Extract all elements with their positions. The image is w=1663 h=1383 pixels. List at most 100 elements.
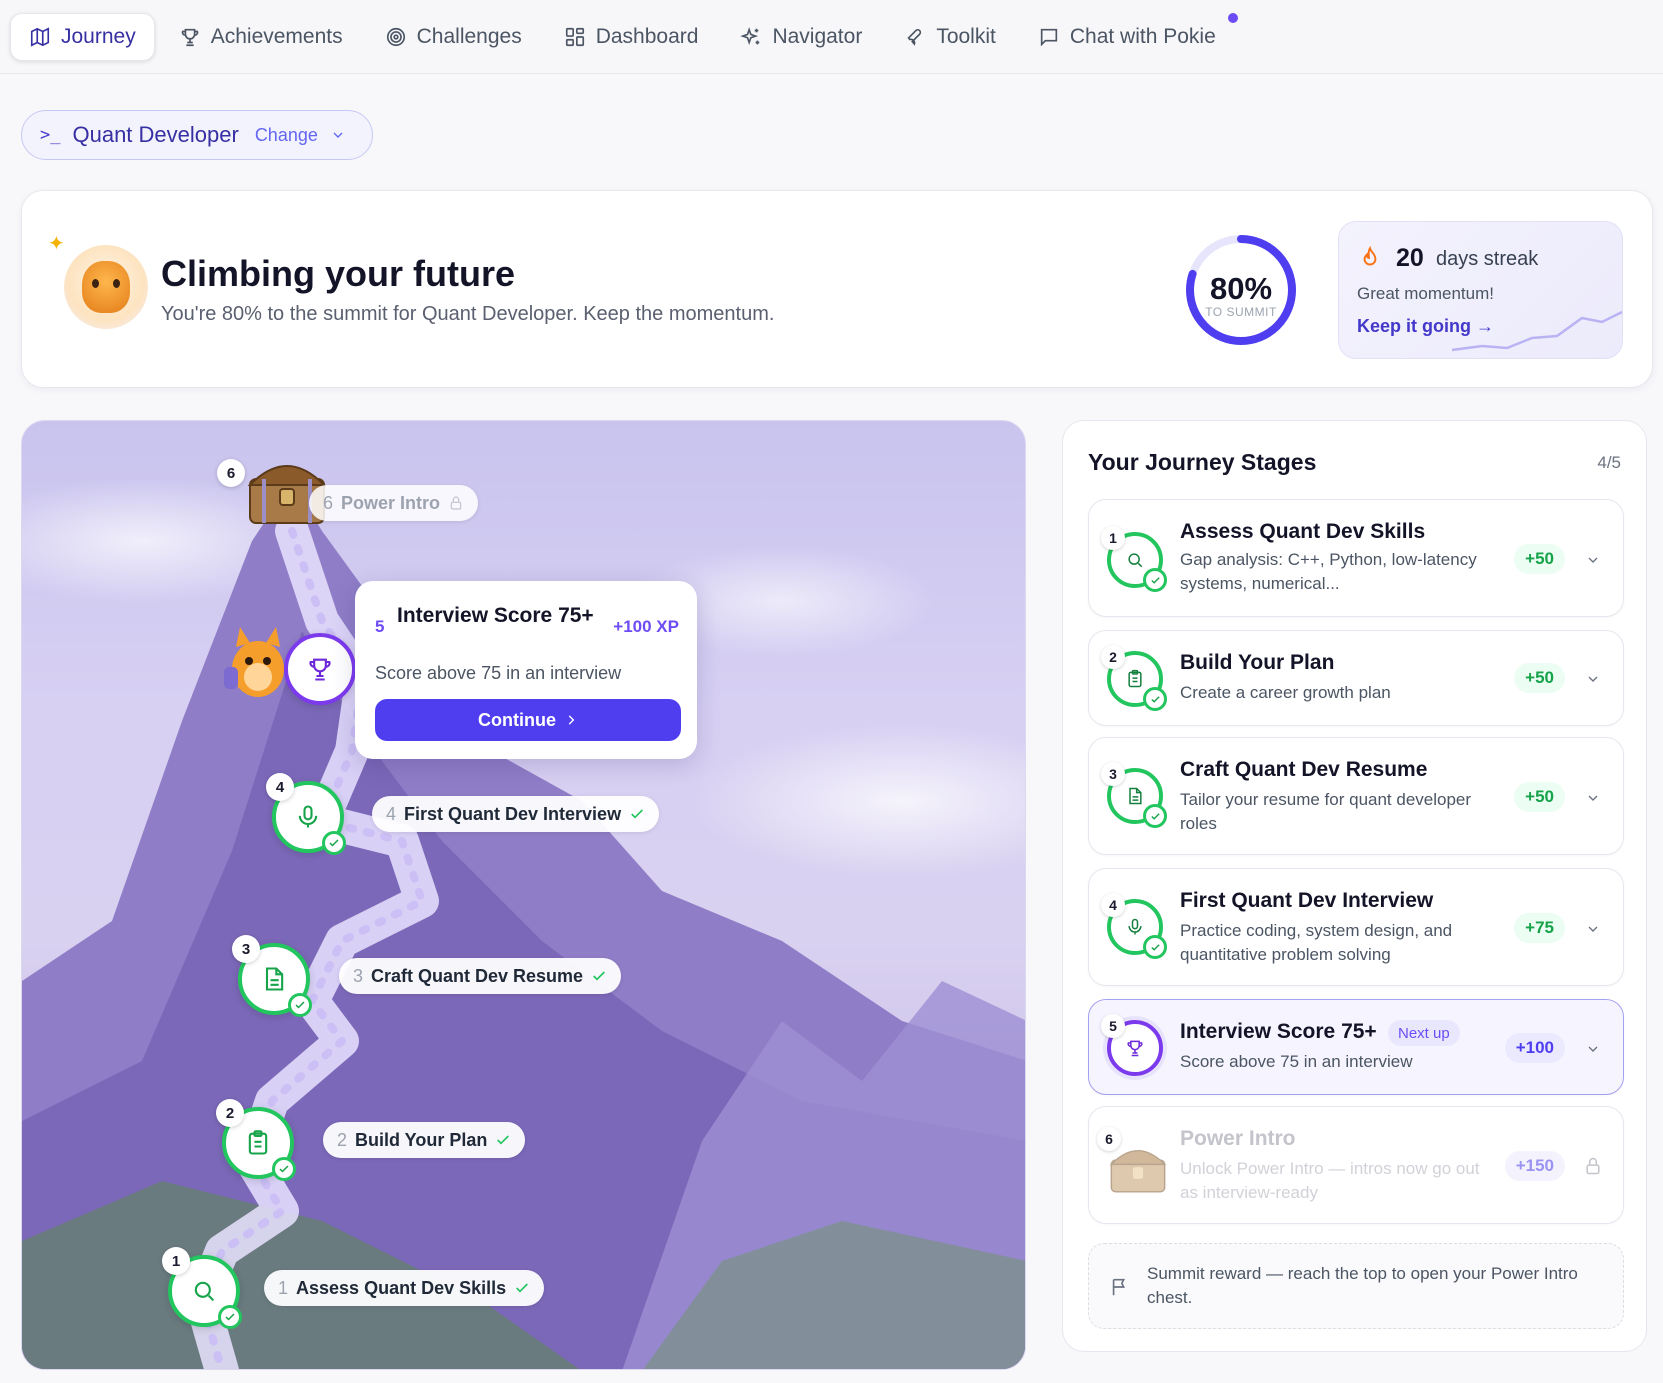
microphone-icon (1128, 918, 1142, 935)
nav-chat[interactable]: Chat with Pokie (1020, 12, 1238, 61)
pill-label: Power Intro (341, 492, 441, 513)
hero-title: Climbing your future (161, 253, 515, 294)
role-name: Quant Developer (72, 122, 239, 147)
continue-button[interactable]: Continue (375, 699, 681, 741)
check-icon (1143, 804, 1167, 828)
xp-badge: +50 (1514, 663, 1565, 693)
check-icon (272, 1157, 296, 1181)
pill-label: First Quant Dev Interview (404, 803, 622, 824)
check-icon (1143, 687, 1167, 711)
chevron-down-icon[interactable] (1585, 671, 1601, 687)
document-icon (265, 967, 284, 991)
terminal-icon: >_ (40, 125, 61, 145)
check-icon (1143, 935, 1167, 959)
map-pill-power-intro: 6 Power Intro (309, 485, 479, 521)
stage-card-plan[interactable]: 2 Build Your Plan Create a career growth… (1088, 630, 1624, 726)
chevron-down-icon[interactable] (1585, 790, 1601, 806)
stage-description: Create a career growth plan (1180, 683, 1391, 702)
pill-label: Build Your Plan (355, 1129, 488, 1150)
stage-number: 5 (1101, 1014, 1125, 1038)
nav-achievements[interactable]: Achievements (161, 13, 361, 61)
trend-sparkline (1452, 310, 1622, 352)
stage-description: Score above 75 in an interview (1180, 1052, 1413, 1071)
xp-badge: +50 (1514, 782, 1565, 812)
xp-badge: +75 (1514, 913, 1565, 943)
nav-dashboard[interactable]: Dashboard (546, 13, 717, 61)
nav-journey[interactable]: Journey (10, 12, 155, 61)
stage-title: First Quant Dev Interview (1180, 889, 1434, 912)
xp-badge: +150 (1504, 1151, 1565, 1181)
popup-description: Score above 75 in an interview (375, 663, 622, 683)
summit-reward-note: Summit reward — reach the top to open yo… (1088, 1243, 1624, 1329)
mountain-illustration (22, 481, 1025, 1369)
stage-description: Tailor your resume for quant developer r… (1180, 790, 1472, 833)
stage-description: Practice coding, system design, and quan… (1180, 921, 1453, 964)
sparkles-icon (740, 26, 760, 45)
chevron-down-icon[interactable] (1585, 552, 1601, 568)
nav-label: Navigator (772, 24, 863, 48)
lock-icon (450, 496, 462, 510)
stage-card-score[interactable]: 5 Interview Score 75+ Next up Score abov… (1088, 999, 1624, 1095)
chevron-down-icon[interactable] (1585, 921, 1601, 937)
continue-label: Continue (478, 709, 556, 730)
check-icon (322, 831, 346, 855)
pill-number: 1 (278, 1277, 289, 1298)
stage-icon: 3 (1101, 762, 1167, 828)
stage-number: 1 (162, 1247, 190, 1275)
pill-label: Craft Quant Dev Resume (371, 965, 584, 986)
stage-4-node[interactable]: 4 (266, 773, 346, 855)
nav-label: Achievements (210, 24, 343, 48)
chevron-right-icon (568, 715, 575, 725)
stage-number: 2 (1101, 645, 1125, 669)
streak-unit: days streak (1436, 248, 1539, 270)
chevron-down-icon[interactable] (1585, 1041, 1601, 1057)
stage-card-power-intro[interactable]: 6 Power Intro Unlock Power Intro — intro… (1088, 1106, 1624, 1224)
stage-number: 1 (1101, 526, 1125, 550)
sparkle-icon: ✦ (48, 233, 65, 255)
progress-percent: 80% (1209, 271, 1273, 306)
stage-card-assess[interactable]: 1 Assess Quant Dev Skills Gap analysis: … (1088, 499, 1624, 617)
stage-icon: 4 (1101, 893, 1167, 959)
check-icon (497, 1135, 510, 1145)
microphone-icon (298, 805, 318, 828)
check-icon (593, 971, 605, 981)
nav-label: Toolkit (936, 24, 996, 48)
stage-3-node[interactable]: 3 (232, 935, 312, 1017)
grid-icon (565, 27, 584, 46)
stage-number: 6 (1097, 1127, 1121, 1151)
pill-number: 4 (386, 803, 397, 824)
clipboard-icon (248, 1130, 268, 1155)
pill-label: Assess Quant Dev Skills (296, 1277, 507, 1298)
stage-title: Assess Quant Dev Skills (1180, 520, 1426, 543)
trophy-icon (309, 658, 331, 681)
role-selector[interactable]: >_ Quant Developer Change (21, 110, 373, 160)
stage-icon: 1 (1101, 526, 1167, 592)
top-nav: Journey Achievements Challenges Dashboar… (0, 0, 1663, 74)
stage-card-resume[interactable]: 3 Craft Quant Dev Resume Tailor your res… (1088, 737, 1624, 855)
flame-icon (1363, 245, 1377, 266)
stage-description: Gap analysis: C++, Python, low-latency s… (1180, 550, 1477, 593)
change-role-link[interactable]: Change (255, 125, 318, 146)
check-icon (631, 809, 643, 819)
stage-1-node[interactable]: 1 (162, 1247, 242, 1329)
lock-icon (1586, 1157, 1600, 1175)
pill-number: 2 (337, 1129, 348, 1150)
nav-navigator[interactable]: Navigator (722, 13, 880, 61)
check-icon (1143, 568, 1167, 592)
nav-label: Chat with Pokie (1069, 24, 1216, 48)
summit-text: Summit reward — reach the top to open yo… (1147, 1264, 1578, 1307)
check-icon (218, 1305, 242, 1329)
trophy-icon (181, 28, 199, 46)
search-icon (1128, 553, 1143, 568)
current-stage-popup: 5 Interview Score 75+ +100 XP Score abov… (355, 581, 697, 759)
stage-number: 3 (232, 935, 260, 963)
nav-label: Journey (61, 24, 136, 48)
stage-count: 4/5 (1597, 453, 1621, 472)
nav-challenges[interactable]: Challenges (367, 13, 540, 61)
hero-card: ✦ Climbing your future You're 80% to the… (21, 190, 1653, 388)
stage-icon: 2 (1101, 645, 1167, 711)
next-up-badge: Next up (1388, 1020, 1460, 1046)
stage-2-node[interactable]: 2 (216, 1099, 296, 1181)
nav-toolkit[interactable]: Toolkit (886, 13, 1014, 61)
stage-card-interview[interactable]: 4 First Quant Dev Interview Practice cod… (1088, 868, 1624, 986)
